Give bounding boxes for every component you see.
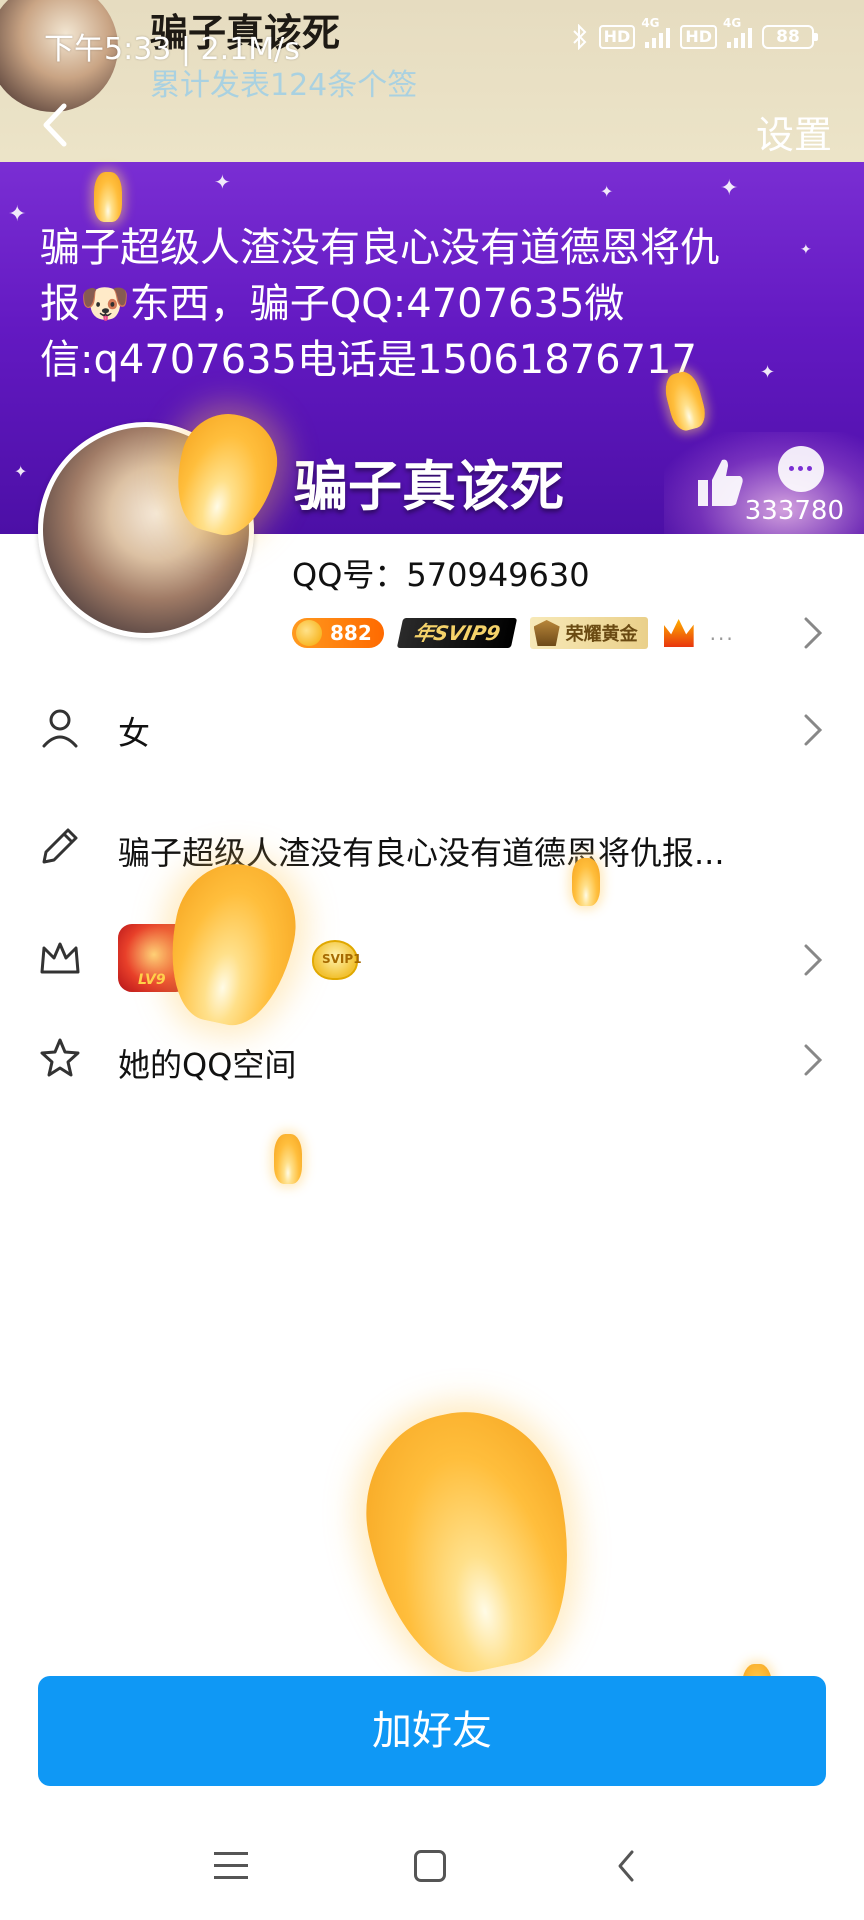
gender-value: 女 [118,714,151,752]
coin-icon [296,620,322,646]
hd-badge: HD [680,25,717,49]
hd-badge: HD [598,25,636,49]
banner-nickname: 骗子真该死 [294,455,564,518]
profile-page: 骗子真该死 累计发表124条个签 下午5:33 | 2.1M/s HD 4G H… [0,0,864,1920]
sparkle-icon: ✦ [720,176,739,201]
svip-level-badge: SVIP1 [312,940,362,980]
badge-row[interactable]: 882 年SVIP9 荣耀黄金 ... [292,615,735,651]
badge-more: ... [709,621,735,645]
chevron-right-icon [804,944,823,976]
status-time: 下午5:33 | 2.1M/s [44,32,300,67]
crown-icon [663,619,694,647]
honor-badge: 荣耀黄金 [529,617,648,649]
signature-text: 骗子超级人渣没有良心没有道德恩将仇报... [118,834,725,872]
svip-level-label: SVIP1 [322,952,362,966]
settings-button[interactable]: 设置 [756,104,832,159]
star-icon [40,1038,80,1077]
pencil-icon [42,828,78,864]
chevron-right-icon[interactable] [802,615,824,651]
add-friend-button[interactable]: 加好友 [38,1676,826,1786]
signal-icon: 4G [641,16,671,48]
network-type: 4G [723,16,742,30]
lantern-decoration [274,1134,302,1184]
bluetooth-icon [572,24,587,50]
sparkle-icon: ✦ [760,362,776,383]
signal-icon: 4G [723,16,752,48]
sparkle-icon: ✦ [14,462,28,481]
sparkle-icon: ✦ [8,202,27,227]
crown-outline-icon [40,942,80,974]
home-nav-button[interactable] [414,1850,446,1882]
qzone-label: 她的QQ空间 [118,1046,297,1084]
sparkle-icon: ✦ [600,182,614,201]
status-icons: HD 4G HD 4G 88 [571,16,818,50]
battery-icon: 88 [762,25,818,49]
qzone-row[interactable]: 她的QQ空间 [0,1012,864,1108]
shield-icon [533,620,560,646]
back-nav-button[interactable] [614,1848,638,1884]
menu-nav-button[interactable] [214,1852,248,1880]
honor-label: 荣耀黄金 [565,624,638,645]
chevron-right-icon [804,714,823,746]
lantern-decoration [94,172,122,222]
thumbs-up-icon[interactable] [694,454,746,510]
top-bar: 骗子真该死 累计发表124条个签 下午5:33 | 2.1M/s HD 4G H… [0,0,864,162]
qq-number: QQ号：570949630 [292,556,590,594]
chevron-right-icon [804,1044,823,1076]
coin-count: 882 [330,621,372,645]
lantern-decoration [347,1394,593,1688]
back-button[interactable] [36,100,76,150]
gender-row[interactable]: 女 [0,682,864,778]
network-type: 4G [641,16,660,30]
person-icon [42,709,78,748]
vip-level-label: LV9 [138,972,166,988]
banner-signature: 骗子超级人渣没有良心没有道德恩将仇报🐶东西，骗子QQ:4707635微信:q47… [40,225,720,383]
sparkle-icon: ✦ [214,170,231,194]
like-count: 333780 [744,496,844,526]
coin-badge: 882 [292,618,384,648]
sparkle-icon: ✦ [800,242,812,258]
svip-badge: 年SVIP9 [396,618,517,648]
lantern-decoration [572,858,600,906]
message-icon[interactable] [778,446,824,492]
signature-row[interactable]: 骗子超级人渣没有良心没有道德恩将仇报... [0,800,864,896]
